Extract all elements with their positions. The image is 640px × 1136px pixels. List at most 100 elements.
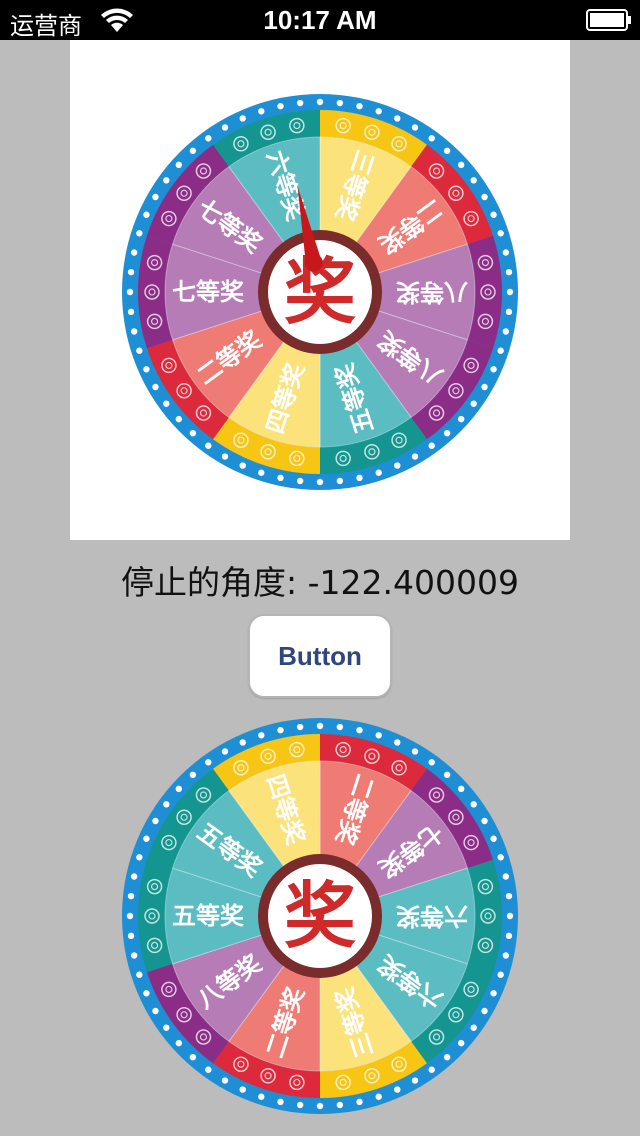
ring-dot (126, 912, 134, 920)
ring-dot (497, 347, 504, 354)
ring-dot (152, 1007, 159, 1015)
ring-dot (411, 748, 419, 755)
ring-dot (136, 230, 143, 237)
ring-dot (470, 400, 477, 407)
ring-dot (470, 1024, 477, 1031)
wheel-hub: 奖 (258, 854, 382, 978)
ring-dot (221, 453, 229, 460)
spin-button[interactable]: Button (248, 614, 392, 698)
ring-dot (336, 477, 344, 485)
ring-dot (152, 817, 159, 825)
ring-dot (258, 1093, 265, 1100)
ring-dot (239, 115, 246, 122)
ring-dot (296, 1101, 304, 1109)
ring-dot (394, 1086, 401, 1093)
ring-dot (394, 115, 401, 122)
ring-dot (296, 99, 304, 107)
ring-dot (127, 892, 135, 900)
ring-dot (205, 759, 212, 766)
ring-dot (316, 1102, 324, 1110)
ring-dot (502, 328, 510, 335)
ring-dot (502, 952, 510, 959)
ring-dot (375, 1093, 382, 1100)
ring-dot (411, 453, 419, 460)
wheel-hub: 奖 (258, 230, 382, 354)
ring-dot (481, 817, 488, 825)
ring-dot (411, 1077, 419, 1084)
ring-dot (277, 726, 284, 734)
ring-dot (443, 147, 451, 155)
ring-dot (239, 1086, 246, 1093)
ring-dot (481, 383, 488, 391)
ring-dot (221, 124, 229, 131)
ring-dot (356, 726, 363, 734)
ring-dot (296, 723, 304, 731)
ring-dot (490, 211, 497, 218)
segment-label: 六等奖 (395, 902, 468, 930)
ring-dot (258, 732, 265, 739)
ring-dot (258, 108, 265, 115)
ring-dot (375, 469, 382, 476)
hub-label: 奖 (284, 874, 356, 958)
ring-dot (443, 1053, 451, 1061)
ring-dot (277, 474, 284, 482)
ring-dot (316, 722, 324, 730)
ring-dot (205, 442, 212, 449)
ring-dot (490, 990, 497, 997)
ring-dot (394, 739, 401, 746)
ring-dot (127, 268, 135, 276)
ring-dot (356, 1098, 363, 1106)
segment-label: 八等奖 (395, 278, 468, 306)
ring-dot (457, 415, 465, 423)
ring-dot (457, 785, 465, 793)
ring-dot (481, 1007, 488, 1015)
ring-dot (428, 1066, 435, 1073)
ring-dot (175, 785, 183, 793)
ring-dot (497, 230, 504, 237)
ring-dot (316, 478, 324, 486)
ring-dot (127, 308, 135, 316)
prize-wheel-top: 三等奖二等奖八等奖八等奖五等奖四等奖二等奖七等奖七等奖六等奖 奖 (122, 94, 518, 490)
ring-dot (163, 400, 170, 407)
ring-dot (497, 854, 504, 861)
ring-dot (502, 249, 510, 256)
ring-dot (189, 429, 197, 437)
ring-dot (505, 308, 513, 316)
ring-dot (481, 193, 488, 201)
ring-dot (163, 177, 170, 184)
ring-dot (336, 723, 344, 731)
ring-dot (428, 135, 435, 142)
ring-dot (130, 328, 138, 335)
ring-dot (277, 1098, 284, 1106)
ring-dot (126, 288, 134, 296)
ring-dot (205, 1066, 212, 1073)
ring-dot (239, 462, 246, 469)
ring-dot (136, 347, 143, 354)
ring-dot (375, 732, 382, 739)
ring-dot (189, 1053, 197, 1061)
ring-dot (143, 366, 150, 373)
ring-dot (277, 102, 284, 110)
ring-dot (470, 801, 477, 808)
ring-dot (375, 108, 382, 115)
ring-dot (163, 1024, 170, 1031)
prize-wheel-bottom: 二等奖七等奖六等奖六等奖三等奖二等奖八等奖五等奖五等奖四等奖 奖 (122, 718, 518, 1114)
ring-dot (394, 462, 401, 469)
ring-dot (490, 835, 497, 842)
ring-dot (189, 771, 197, 779)
clock: 10:17 AM (263, 5, 377, 35)
ring-dot (505, 932, 513, 940)
ring-dot (428, 759, 435, 766)
ring-dot (136, 971, 143, 978)
ring-dot (175, 1039, 183, 1047)
ring-dot (457, 161, 465, 169)
segment-label: 七等奖 (172, 278, 245, 306)
ring-dot (506, 912, 514, 920)
ring-dot (505, 892, 513, 900)
battery-icon (586, 9, 631, 31)
ring-dot (143, 990, 150, 997)
ring-dot (152, 383, 159, 391)
ring-dot (221, 1077, 229, 1084)
ring-dot (457, 1039, 465, 1047)
ring-dot (239, 739, 246, 746)
